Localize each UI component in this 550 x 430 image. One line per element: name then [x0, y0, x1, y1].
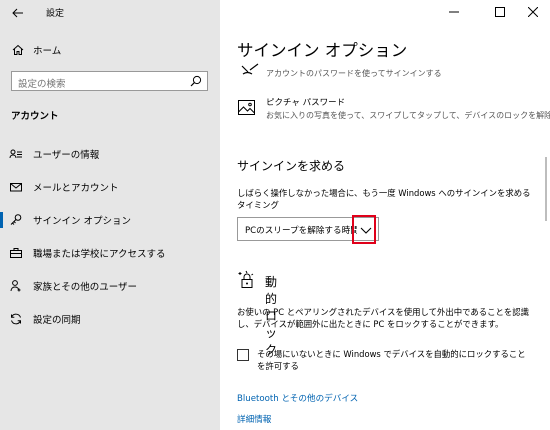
- sidebar-item-family[interactable]: 家族とその他のユーザー: [0, 274, 220, 298]
- dynamic-lock-description: お使いの PC とペアリングされたデバイスを使用して外出中であることを認識し、デ…: [237, 307, 530, 329]
- search-box[interactable]: [11, 71, 208, 94]
- bluetooth-link[interactable]: Bluetooth とその他のデバイス: [237, 392, 358, 404]
- sidebar-item-work-school[interactable]: 職場または学校にアクセスする: [0, 241, 220, 265]
- sidebar-item-signin-options[interactable]: サインイン オプション: [0, 208, 220, 232]
- picture-icon: [238, 100, 255, 115]
- home-link[interactable]: ホーム: [0, 38, 220, 62]
- require-signin-heading: サインインを求める: [237, 159, 346, 173]
- dropdown-highlight-box: [352, 215, 376, 244]
- sidebar-item-sync[interactable]: 設定の同期: [0, 307, 220, 331]
- sidebar: 設定 ホーム アカウント ユーザーの情報 メールとアカウント サインイン オプシ…: [0, 0, 220, 430]
- close-button[interactable]: [518, 0, 548, 24]
- sidebar-item-mail[interactable]: メールとアカウント: [0, 175, 220, 199]
- dynamic-lock-checkbox-label: その場にいないときに Windows でデバイスを自動的にロックすることを許可す…: [257, 349, 526, 371]
- back-button[interactable]: [6, 2, 30, 24]
- sidebar-item-label: 家族とその他のユーザー: [33, 282, 138, 293]
- app-title: 設定: [46, 9, 65, 19]
- home-label: ホーム: [33, 46, 62, 57]
- maximize-button[interactable]: [485, 0, 515, 24]
- details-link[interactable]: 詳細情報: [237, 413, 271, 425]
- sidebar-item-label: サインイン オプション: [33, 216, 132, 227]
- require-signin-description: しばらく操作しなかった場合に、もう一度 Windows へのサインインを求めるタ…: [237, 188, 531, 210]
- scrollbar-thumb[interactable]: [545, 157, 547, 221]
- dynamic-lock-icon: [238, 270, 254, 288]
- sync-icon: [9, 312, 23, 326]
- user-info-icon: [9, 147, 23, 161]
- password-option-text: アカウントのパスワードを使ってサインインする: [266, 69, 442, 78]
- page-title: サインイン オプション: [237, 41, 408, 60]
- section-heading: アカウント: [11, 111, 59, 122]
- dropdown-value: PCのスリープを解除する時間: [245, 226, 357, 236]
- maximize-icon: [495, 7, 505, 17]
- picture-password-title: ピクチャ パスワード: [266, 98, 346, 108]
- search-input[interactable]: [12, 75, 172, 94]
- picture-password-description: お気に入りの写真を使って、スワイプしてタップして、デバイスのロックを解除する: [266, 111, 550, 120]
- dynamic-lock-option[interactable]: その場にいないときに Windows でデバイスを自動的にロックすることを許可す…: [237, 348, 537, 376]
- minimize-button[interactable]: [439, 0, 469, 24]
- briefcase-icon: [9, 246, 23, 260]
- main-content: サインイン オプション アカウントのパスワードを使ってサインインする ピクチャ …: [220, 0, 550, 430]
- home-icon: [11, 43, 25, 57]
- sidebar-item-label: メールとアカウント: [33, 183, 119, 194]
- close-icon: [528, 7, 538, 17]
- sidebar-item-label: 設定の同期: [33, 315, 81, 326]
- people-icon: [9, 279, 23, 293]
- minimize-icon: [449, 11, 459, 13]
- dynamic-lock-checkbox[interactable]: [237, 349, 249, 361]
- search-icon: [190, 75, 202, 87]
- picture-password-option[interactable]: ピクチャ パスワード お気に入りの写真を使って、スワイプしてタップして、デバイス…: [237, 96, 550, 128]
- title-bar: 設定: [0, 0, 220, 28]
- password-option[interactable]: アカウントのパスワードを使ってサインインする: [237, 62, 537, 82]
- mail-icon: [9, 180, 23, 194]
- back-arrow-icon: [12, 8, 23, 18]
- sidebar-item-user-info[interactable]: ユーザーの情報: [0, 142, 220, 166]
- pen-icon: [241, 63, 259, 75]
- sidebar-item-label: ユーザーの情報: [33, 150, 100, 161]
- sidebar-item-label: 職場または学校にアクセスする: [33, 249, 166, 260]
- key-icon: [9, 213, 23, 227]
